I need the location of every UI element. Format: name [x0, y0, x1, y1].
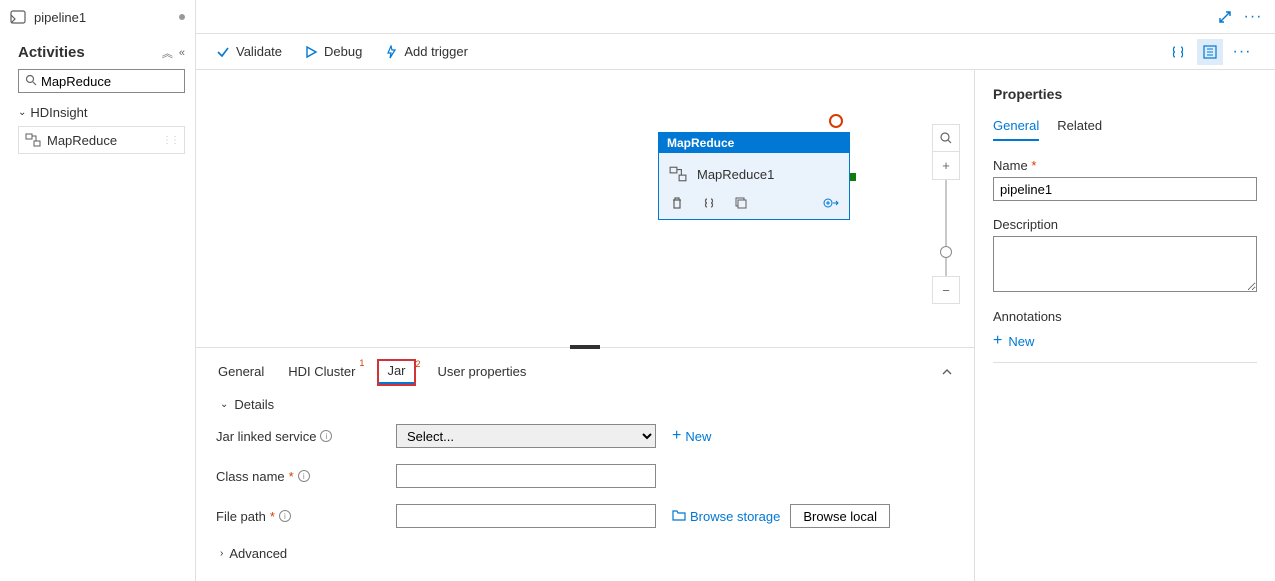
- new-linked-service-button[interactable]: + New: [672, 427, 711, 445]
- expand-icon[interactable]: [1215, 7, 1235, 27]
- folder-icon: [672, 509, 686, 524]
- tab-general[interactable]: General: [216, 360, 266, 387]
- pipeline-icon: [10, 9, 26, 25]
- unsaved-dot-icon: [179, 14, 185, 20]
- search-icon: [25, 74, 37, 89]
- zoom-out-button[interactable]: −: [932, 276, 960, 304]
- plus-icon: +: [993, 332, 1002, 350]
- chevron-down-icon: ⌄: [18, 107, 26, 118]
- group-label: HDInsight: [30, 105, 87, 120]
- props-tab-related[interactable]: Related: [1057, 116, 1102, 141]
- jar-linked-label: Jar linked service i: [216, 429, 386, 444]
- info-icon[interactable]: i: [279, 510, 291, 522]
- play-icon: [304, 45, 318, 59]
- section-advanced[interactable]: › Advanced: [216, 536, 954, 565]
- properties-panel: Properties General Related Name * Descri…: [975, 70, 1275, 581]
- tab-user-properties[interactable]: User properties: [436, 360, 529, 387]
- class-name-label: Class name * i: [216, 469, 386, 484]
- file-path-label: File path * i: [216, 509, 386, 524]
- jar-linked-service-select[interactable]: Select...: [396, 424, 656, 448]
- delete-icon[interactable]: [669, 195, 685, 211]
- topbar: ···: [196, 0, 1275, 34]
- node-mapreduce[interactable]: MapReduce MapReduce1: [658, 132, 850, 220]
- chevron-right-icon: ›: [220, 548, 223, 559]
- annotations-label: Annotations: [993, 309, 1257, 324]
- node-type-label: MapReduce: [659, 133, 849, 153]
- pipeline-name-input[interactable]: [993, 177, 1257, 201]
- info-icon[interactable]: i: [320, 430, 332, 442]
- plus-icon: +: [672, 427, 681, 445]
- chevron-down-icon: ⌄: [220, 399, 228, 410]
- zoom-track[interactable]: [945, 180, 947, 276]
- zoom-handle[interactable]: [940, 246, 952, 258]
- group-hdinsight[interactable]: ⌄ HDInsight: [0, 101, 195, 124]
- drag-handle[interactable]: [570, 345, 600, 349]
- info-icon[interactable]: i: [298, 470, 310, 482]
- mapreduce-icon: [669, 165, 687, 183]
- toolbar-more-button[interactable]: ···: [1229, 39, 1255, 65]
- validation-error-icon: [829, 114, 843, 128]
- code-icon[interactable]: [701, 195, 717, 211]
- browse-local-button[interactable]: Browse local: [790, 504, 890, 528]
- section-details[interactable]: ⌄ Details: [216, 387, 954, 416]
- properties-toggle-button[interactable]: [1197, 39, 1223, 65]
- validate-button[interactable]: Validate: [216, 44, 282, 59]
- add-output-icon[interactable]: [823, 195, 839, 211]
- grip-icon: ⋮⋮: [162, 135, 178, 146]
- main-area: ··· Validate Debug Add trigger: [196, 0, 1275, 581]
- browse-storage-button[interactable]: Browse storage: [672, 509, 780, 524]
- activity-mapreduce[interactable]: MapReduce ⋮⋮: [18, 126, 185, 154]
- zoom-in-button[interactable]: +: [932, 152, 960, 180]
- check-icon: [216, 45, 230, 59]
- node-name: MapReduce1: [697, 167, 774, 182]
- add-trigger-button[interactable]: Add trigger: [384, 44, 468, 59]
- zoom-control: + −: [932, 124, 960, 304]
- code-view-button[interactable]: [1165, 39, 1191, 65]
- collapse-all-icon[interactable]: ︽: [162, 45, 173, 61]
- new-annotation-button[interactable]: + New: [993, 332, 1034, 350]
- more-icon[interactable]: ···: [1243, 7, 1263, 27]
- search-input[interactable]: [41, 74, 178, 89]
- activities-sidebar: pipeline1 Activities ︽ « ⌄ HDInsight Map…: [0, 0, 196, 581]
- description-label: Description: [993, 217, 1257, 232]
- properties-title: Properties: [993, 86, 1257, 102]
- pipeline-header: pipeline1: [0, 0, 195, 34]
- file-path-input[interactable]: [396, 504, 656, 528]
- activity-label: MapReduce: [47, 133, 117, 148]
- collapse-panel-icon[interactable]: «: [179, 47, 185, 59]
- activities-search[interactable]: [18, 69, 185, 93]
- description-input[interactable]: [993, 236, 1257, 292]
- pipeline-name: pipeline1: [34, 10, 86, 25]
- class-name-input[interactable]: [396, 464, 656, 488]
- debug-button[interactable]: Debug: [304, 44, 362, 59]
- trigger-icon: [384, 45, 398, 59]
- mapreduce-icon: [25, 132, 41, 148]
- output-port[interactable]: [849, 173, 856, 181]
- activity-details-panel: General HDI Cluster1 Jar2 User propertie…: [196, 347, 974, 581]
- tab-hdi-cluster[interactable]: HDI Cluster1: [286, 360, 357, 387]
- tab-jar[interactable]: Jar2: [377, 359, 415, 386]
- props-tab-general[interactable]: General: [993, 116, 1039, 141]
- pipeline-toolbar: Validate Debug Add trigger: [196, 34, 1275, 70]
- activities-title: Activities: [18, 44, 160, 61]
- zoom-fit-button[interactable]: [932, 124, 960, 152]
- copy-icon[interactable]: [733, 195, 749, 211]
- name-label: Name *: [993, 158, 1257, 173]
- pipeline-canvas[interactable]: MapReduce MapReduce1: [196, 70, 974, 347]
- activities-bar: Activities ︽ «: [0, 34, 195, 69]
- collapse-panel-icon[interactable]: [940, 365, 954, 382]
